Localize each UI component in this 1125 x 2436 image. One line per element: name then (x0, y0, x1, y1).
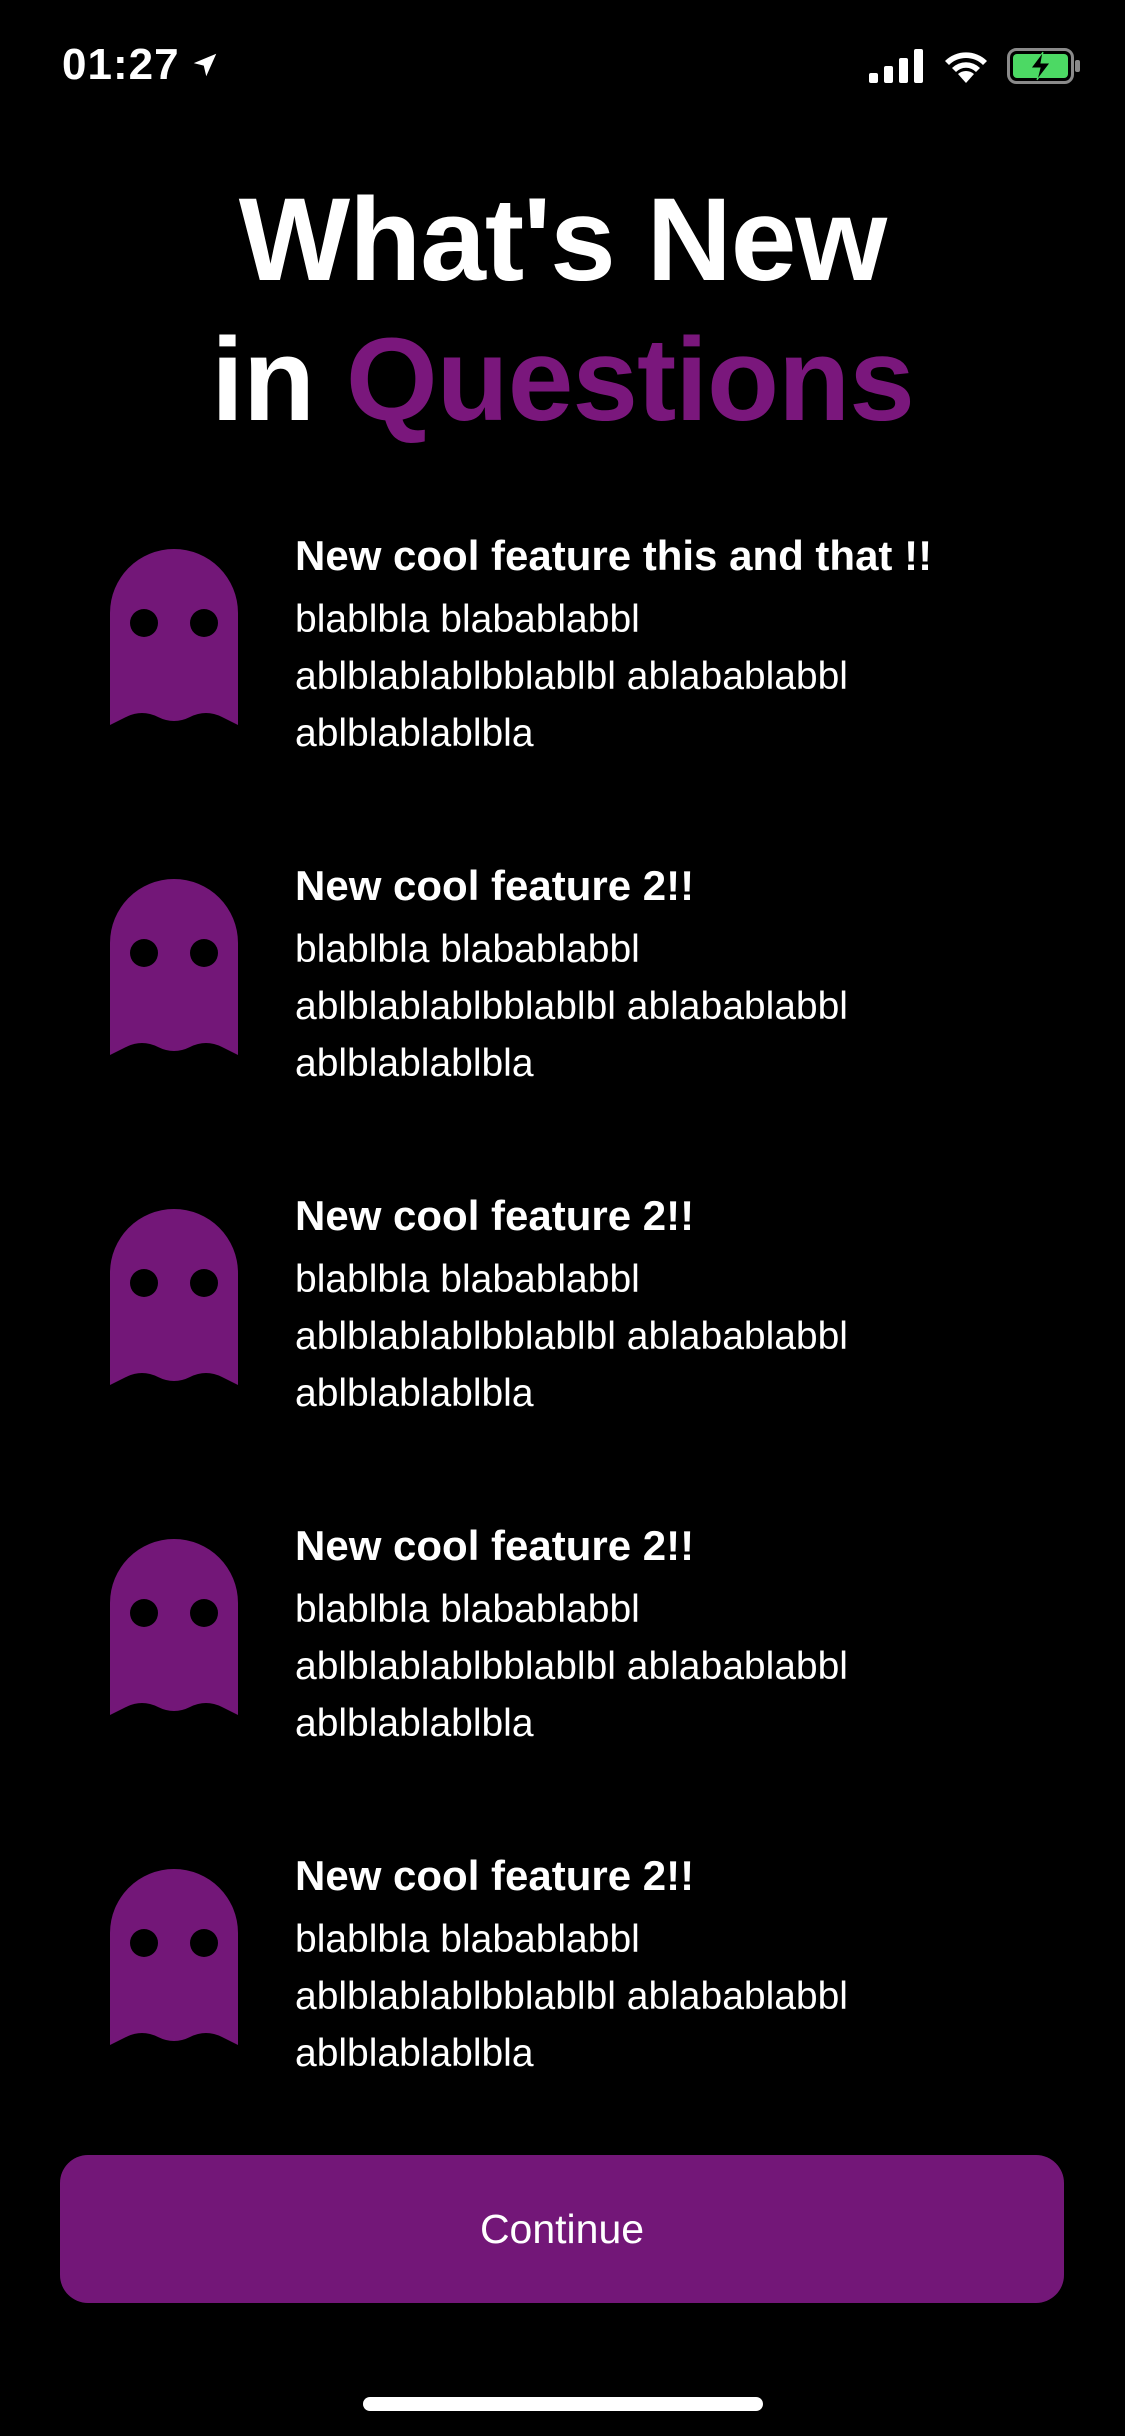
feature-item: New cool feature 2!! blablbla blabablabb… (0, 1835, 1125, 2165)
feature-text: New cool feature 2!! blablbla blabablabb… (295, 1845, 1055, 2082)
ghost-icon (110, 879, 238, 1055)
ghost-icon (110, 1869, 238, 2045)
feature-description-line: ablblablablbblablbl ablabablabbl (295, 1975, 848, 2018)
feature-title: New cool feature 2!! (295, 1192, 695, 1239)
feature-description-line: ablblablablbblablbl ablabablabbl (295, 1315, 848, 1358)
title-prefix: in (211, 314, 315, 446)
feature-item: New cool feature 2!! blablbla blabablabb… (0, 845, 1125, 1175)
feature-text: New cool feature 2!! blablbla blabablabb… (295, 855, 1055, 1092)
feature-description: blablbla blabablabbl ablblablablbblablbl… (295, 1251, 1055, 1422)
battery-charging-icon (1007, 48, 1080, 84)
feature-description: blablbla blabablabbl ablblablablbblablbl… (295, 591, 1055, 762)
feature-description: blablbla blabablabbl ablblablablbblablbl… (295, 1581, 1055, 1752)
ghost-icon (110, 1539, 238, 1715)
feature-description-line: blablbla blabablabbl (295, 928, 640, 971)
feature-description-line: ablblablablbblablbl ablabablabbl (295, 985, 848, 1028)
status-indicators (869, 48, 1081, 84)
location-arrow-icon (193, 53, 216, 77)
title-app-name: Questions (345, 314, 915, 446)
feature-title: New cool feature 2!! (295, 1522, 695, 1569)
feature-description-line: ablblablablbla (295, 712, 534, 755)
ghost-icon (110, 549, 238, 725)
title-line-1: What's New (238, 174, 887, 306)
status-time: 01:27 (62, 40, 180, 89)
feature-title: New cool feature this and that !! (295, 532, 933, 579)
feature-description: blablbla blabablabbl ablblablablbblablbl… (295, 1911, 1055, 2082)
title-line-2: in Questions (0, 310, 1125, 450)
cellular-signal-icon (869, 49, 923, 83)
feature-description-line: blablbla blabablabbl (295, 1588, 640, 1631)
feature-list: New cool feature this and that !! blablb… (0, 515, 1125, 2165)
feature-description-line: ablblablablbla (295, 1372, 534, 1415)
feature-title: New cool feature 2!! (295, 862, 695, 909)
ghost-icon (110, 1209, 238, 1385)
feature-title: New cool feature 2!! (295, 1852, 695, 1899)
feature-item: New cool feature this and that !! blablb… (0, 515, 1125, 845)
feature-description-line: ablblablablbblablbl ablabablabbl (295, 1645, 848, 1688)
feature-description-line: blablbla blabablabbl (295, 1258, 640, 1301)
feature-item: New cool feature 2!! blablbla blabablabb… (0, 1175, 1125, 1505)
feature-description-line: ablblablablbla (295, 1042, 534, 1085)
feature-text: New cool feature this and that !! blablb… (295, 525, 1055, 762)
home-indicator[interactable] (363, 2397, 763, 2411)
feature-description-line: ablblablablbla (295, 1702, 534, 1745)
continue-button[interactable]: Continue (60, 2155, 1064, 2303)
feature-text: New cool feature 2!! blablbla blabablabb… (295, 1515, 1055, 1752)
wifi-icon (945, 52, 987, 83)
feature-item: New cool feature 2!! blablbla blabablabb… (0, 1505, 1125, 1835)
status-bar: 01:27 (0, 0, 1125, 140)
feature-description-line: ablblablablbblablbl ablabablabbl (295, 655, 848, 698)
feature-description-line: blablbla blabablabbl (295, 1918, 640, 1961)
feature-text: New cool feature 2!! blablbla blabablabb… (295, 1185, 1055, 1422)
page-title: What's New in Questions (0, 170, 1125, 450)
feature-description: blablbla blabablabbl ablblablablbblablbl… (295, 921, 1055, 1092)
feature-description-line: ablblablablbla (295, 2032, 534, 2075)
status-time-group: 01:27 (62, 40, 220, 90)
feature-description-line: blablbla blabablabbl (295, 598, 640, 641)
